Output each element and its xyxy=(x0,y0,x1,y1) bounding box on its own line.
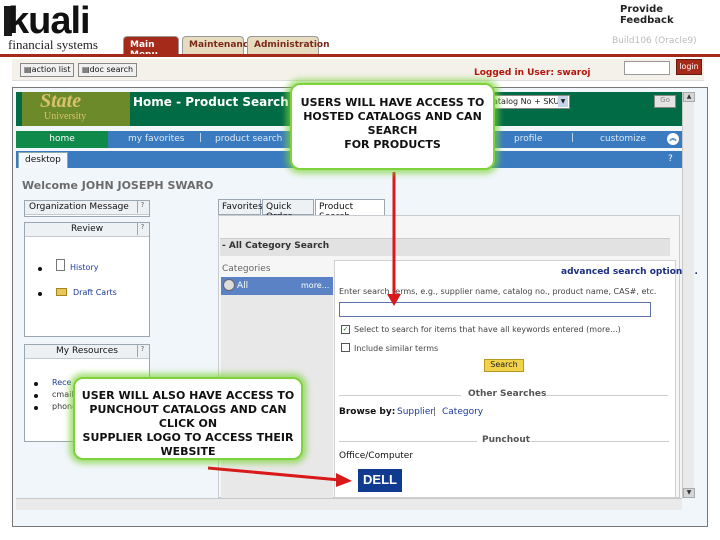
callout-line: PUNCHOUT CATALOGS AND CAN CLICK ON xyxy=(89,403,287,430)
callout-line: USER WILL ALSO HAVE ACCESS TO xyxy=(81,389,295,402)
callout-punchout-catalogs: USER WILL ALSO HAVE ACCESS TO PUNCHOUT C… xyxy=(73,377,303,460)
callout-line: FOR PRODUCTS xyxy=(344,138,441,151)
arrow-head-bottom xyxy=(336,473,352,487)
callout-line: HOSTED CATALOGS AND CAN SEARCH xyxy=(303,110,482,137)
callout-line: SUPPLIER LOGO TO ACCESS THEIR WEBSITE xyxy=(82,431,294,458)
arrow-line-bottom xyxy=(207,466,341,482)
callout-hosted-catalogs: USERS WILL HAVE ACCESS TO HOSTED CATALOG… xyxy=(290,83,495,170)
callout-line: USERS WILL HAVE ACCESS TO xyxy=(300,96,485,109)
arrow-head-top xyxy=(387,294,401,306)
